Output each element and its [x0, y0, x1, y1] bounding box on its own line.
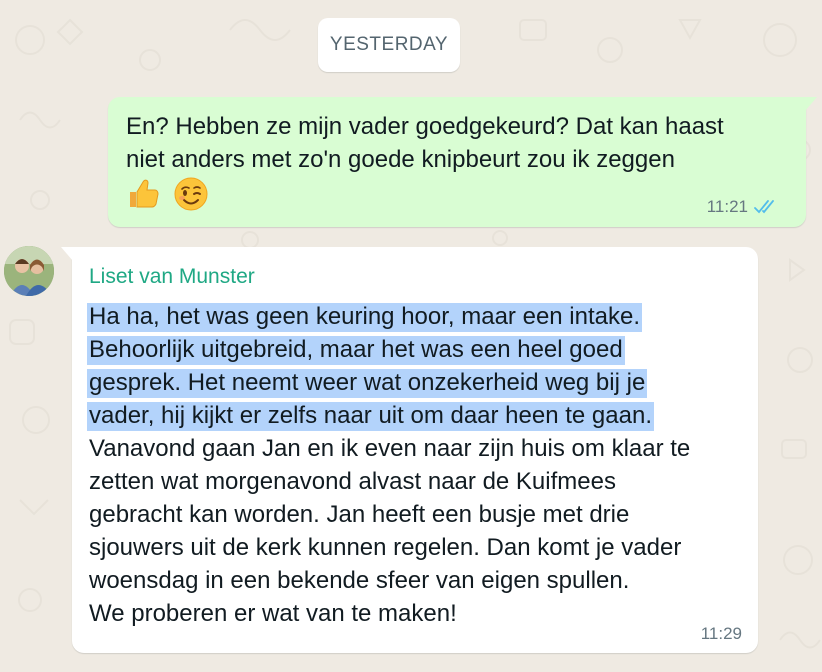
message-time: 11:29 — [700, 624, 742, 643]
outgoing-message-bubble[interactable]: En? Hebben ze mijn vader goedgekeurd? Da… — [108, 97, 817, 227]
date-separator: YESTERDAY — [318, 18, 460, 72]
thumbs-up-icon — [130, 179, 159, 208]
message-line: gebracht kan worden. Jan heeft een busje… — [89, 501, 630, 528]
outgoing-message-text: En? Hebben ze mijn vader goedgekeurd? Da… — [126, 110, 724, 176]
double-check-read-icon — [754, 200, 774, 214]
message-line: zetten wat morgenavond alvast naar de Ku… — [89, 468, 616, 495]
message-time: 11:21 — [706, 197, 748, 216]
incoming-message-text: Ha ha, het was geen keuring hoor, maar e… — [87, 300, 691, 630]
emoji-row — [126, 177, 208, 211]
bubble-tail — [61, 247, 73, 261]
message-line: Behoorlijk uitgebreid, maar het was een … — [87, 333, 690, 366]
message-line: En? Hebben ze mijn vader goedgekeurd? Da… — [126, 113, 724, 140]
message-line: woensdag in een bekende sfeer van eigen … — [89, 567, 630, 594]
bubble-tail — [805, 97, 817, 111]
sender-name[interactable]: Liset van Munster — [89, 265, 255, 289]
selected-text: Ha ha, het was geen keuring hoor, maar e… — [87, 303, 643, 332]
message-line: sjouwers uit de kerk kunnen regelen. Dan… — [89, 534, 682, 561]
selected-text: Behoorlijk uitgebreid, maar het was een … — [87, 336, 625, 365]
message-line: gesprek. Het neemt weer wat onzekerheid … — [87, 366, 690, 399]
message-line: Vanavond gaan Jan en ik even naar zijn h… — [89, 435, 691, 462]
message-meta: 11:21 — [707, 197, 780, 217]
message-line: niet anders met zo'n goede knipbeurt zou… — [126, 146, 675, 173]
avatar-photo — [4, 246, 54, 296]
message-line: vader, hij kijkt er zelfs naar uit om da… — [87, 399, 690, 432]
message-meta: 11:29 — [701, 624, 742, 644]
incoming-message-bubble[interactable]: Liset van Munster Ha ha, het was geen ke… — [61, 247, 758, 653]
selected-text: gesprek. Het neemt weer wat onzekerheid … — [87, 369, 648, 398]
message-line: Ha ha, het was geen keuring hoor, maar e… — [87, 300, 690, 333]
message-line: We proberen er wat van te maken! — [89, 600, 457, 627]
selected-text: vader, hij kijkt er zelfs naar uit om da… — [87, 402, 654, 431]
winking-face-icon — [174, 177, 208, 211]
contact-avatar[interactable] — [4, 246, 54, 296]
